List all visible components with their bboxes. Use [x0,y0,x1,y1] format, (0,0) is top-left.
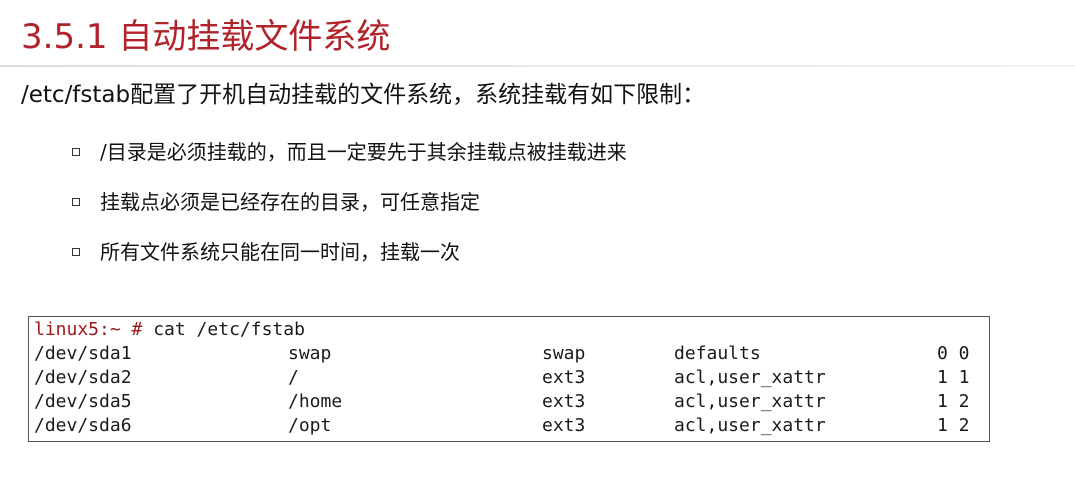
square-bullet-icon [72,248,80,256]
fstab-dump-pass: 1 2 [937,415,970,436]
fstab-options: defaults [674,343,761,364]
command-line: linux5:~ # cat /etc/fstab [34,318,305,342]
fstab-row: /dev/sda2 / ext3 acl,user_xattr 1 1 [34,366,984,390]
fstab-device: /dev/sda5 [34,391,132,412]
fstab-fs-type: swap [542,343,586,364]
list-item-text: 所有文件系统只能在同一时间，挂载一次 [100,240,460,264]
fstab-device: /dev/sda6 [34,415,132,436]
fstab-mount-point: swap [288,343,332,364]
fstab-row: /dev/sda6 /opt ext3 acl,user_xattr 1 2 [34,414,984,438]
fstab-dump-pass: 1 2 [937,391,970,412]
fstab-options: acl,user_xattr [674,367,826,388]
terminal-output: linux5:~ # cat /etc/fstab /dev/sda1 swap… [28,316,990,442]
shell-prompt: linux5:~ # [34,319,143,340]
list-item: 挂载点必须是已经存在的目录，可任意指定 [72,177,627,227]
square-bullet-icon [72,148,80,156]
list-item-text: /目录是必须挂载的，而且一定要先于其余挂载点被挂载进来 [100,140,627,164]
fstab-mount-point: / [288,367,299,388]
intro-text: /etc/fstab配置了开机自动挂载的文件系统，系统挂载有如下限制： [21,82,706,108]
fstab-mount-point: /home [288,391,343,412]
fstab-device: /dev/sda1 [34,343,132,364]
fstab-dump-pass: 1 1 [937,367,970,388]
fstab-fs-type: ext3 [542,415,586,436]
fstab-device: /dev/sda2 [34,367,132,388]
list-item: /目录是必须挂载的，而且一定要先于其余挂载点被挂载进来 [72,127,627,177]
fstab-options: acl,user_xattr [674,415,826,436]
fstab-fs-type: ext3 [542,391,586,412]
fstab-row: /dev/sda1 swap swap defaults 0 0 [34,342,984,366]
shell-command: cat /etc/fstab [142,319,305,340]
fstab-mount-point: /opt [288,415,332,436]
square-bullet-icon [72,198,80,206]
list-item: 所有文件系统只能在同一时间，挂载一次 [72,227,627,277]
list-item-text: 挂载点必须是已经存在的目录，可任意指定 [100,190,480,214]
title-divider [0,65,1075,67]
restriction-list: /目录是必须挂载的，而且一定要先于其余挂载点被挂载进来 挂载点必须是已经存在的目… [72,127,627,277]
fstab-dump-pass: 0 0 [937,343,970,364]
fstab-options: acl,user_xattr [674,391,826,412]
fstab-row: /dev/sda5 /home ext3 acl,user_xattr 1 2 [34,390,984,414]
slide-title: 3.5.1 自动挂载文件系统 [21,17,391,57]
fstab-fs-type: ext3 [542,367,586,388]
